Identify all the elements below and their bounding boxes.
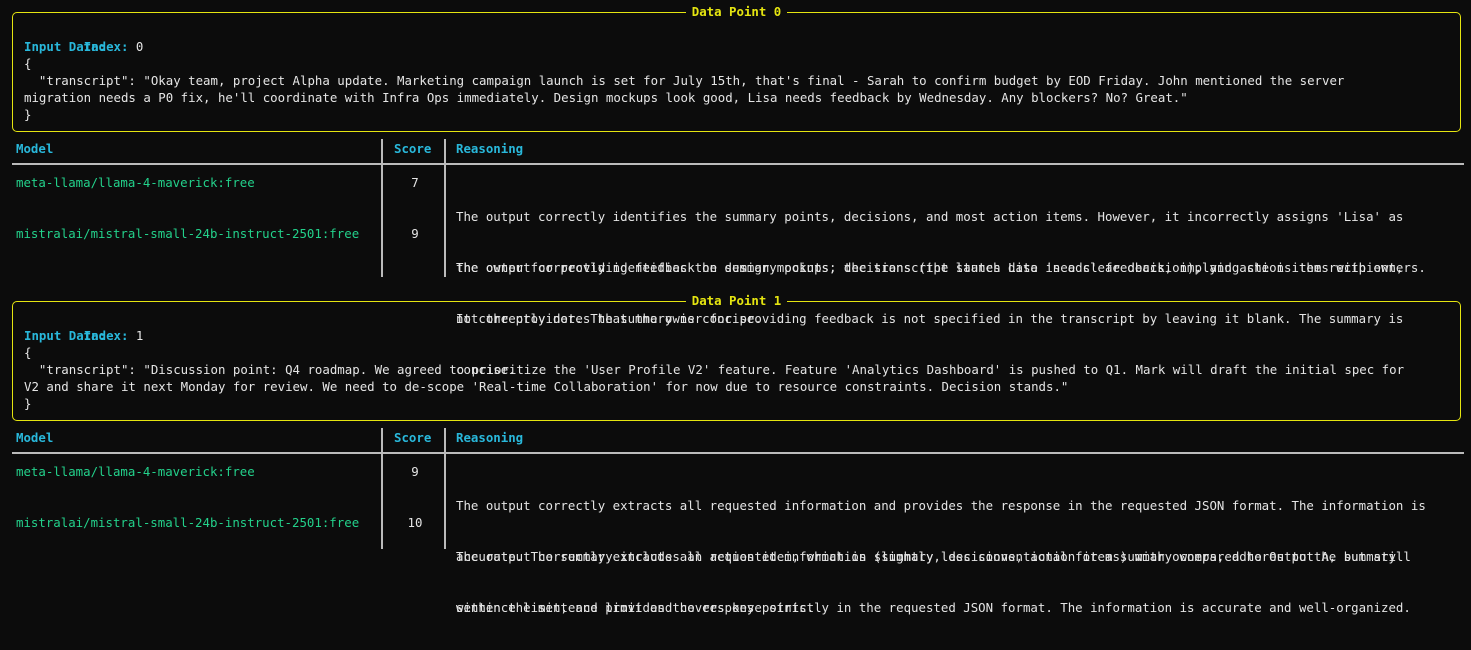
score-value: 7 bbox=[411, 175, 419, 190]
json-line: } bbox=[24, 396, 32, 411]
json-line: { bbox=[24, 56, 32, 71]
index-line: Index: 0 bbox=[24, 21, 1452, 54]
index-value: 1 bbox=[135, 328, 144, 343]
results-table: Model Score Reasoning meta-llama/llama-4… bbox=[12, 139, 1464, 377]
input-data-label: Input Data: bbox=[24, 39, 107, 54]
column-divider bbox=[444, 139, 446, 277]
model-name: meta-llama/llama-4-maverick:free bbox=[16, 464, 255, 479]
json-line: } bbox=[24, 107, 32, 122]
model-name: mistralai/mistral-small-24b-instruct-250… bbox=[16, 515, 360, 530]
reasoning-text: The output correctly extracts all reques… bbox=[456, 549, 1411, 615]
input-data-label: Input Data: bbox=[24, 328, 107, 343]
json-line: "transcript": "Okay team, project Alpha … bbox=[24, 73, 1345, 88]
score-value: 10 bbox=[407, 515, 423, 530]
model-name: meta-llama/llama-4-maverick:free bbox=[16, 175, 255, 190]
column-divider bbox=[381, 428, 383, 549]
json-line: V2 and share it next Monday for review. … bbox=[24, 379, 1069, 394]
score-value: 9 bbox=[411, 464, 419, 479]
header-model: Model bbox=[16, 141, 54, 156]
score-value: 9 bbox=[411, 226, 419, 241]
column-divider bbox=[381, 139, 383, 277]
json-line: "transcript": "Discussion point: Q4 road… bbox=[24, 362, 1405, 377]
json-line: migration needs a P0 fix, he'll coordina… bbox=[24, 90, 1188, 105]
model-name: mistralai/mistral-small-24b-instruct-250… bbox=[16, 226, 360, 241]
header-score: Score bbox=[394, 141, 432, 156]
data-point-panel: Data Point 0 Index: 0 Input Data: { "tra… bbox=[12, 4, 1461, 132]
index-value: 0 bbox=[135, 39, 144, 54]
results-table: Model Score Reasoning meta-llama/llama-4… bbox=[12, 428, 1464, 615]
header-reasoning: Reasoning bbox=[456, 430, 524, 445]
header-model: Model bbox=[16, 430, 54, 445]
table-header: Model Score Reasoning bbox=[12, 428, 1464, 454]
panel-title: Data Point 0 bbox=[685, 4, 788, 19]
index-line: Index: 1 bbox=[24, 310, 1452, 343]
table-header: Model Score Reasoning bbox=[12, 139, 1464, 165]
header-score: Score bbox=[394, 430, 432, 445]
header-reasoning: Reasoning bbox=[456, 141, 524, 156]
data-point-panel: Data Point 1 Index: 1 Input Data: { "tra… bbox=[12, 293, 1461, 421]
json-line: { bbox=[24, 345, 32, 360]
